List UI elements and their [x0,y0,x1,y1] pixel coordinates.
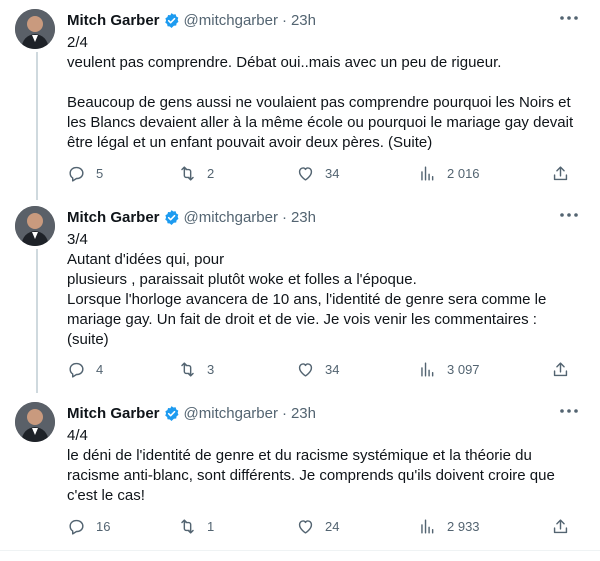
tweet-thread: Mitch Garber @mitchgarber · 23h 2/4 veul… [0,0,600,561]
share-button[interactable] [551,357,570,381]
reply-icon [69,362,84,378]
more-options-icon[interactable] [558,10,580,26]
share-button[interactable] [551,514,570,538]
thread-bottom-divider [0,550,600,551]
like-count: 34 [325,165,340,181]
avatar-image [15,402,55,442]
thread-connector [36,52,38,200]
reply-button[interactable]: 16 [67,514,110,538]
views-button[interactable]: 3 097 [418,357,480,381]
retweet-count: 3 [207,361,215,377]
verified-badge-icon [164,12,178,28]
retweet-button[interactable]: 1 [178,514,214,538]
reply-button[interactable]: 4 [67,357,103,381]
tweet-text: 3/4 Autant d'idées qui, pour plusieurs ,… [67,231,547,348]
heart-icon [298,362,313,377]
views-count: 3 097 [447,361,480,377]
author-name[interactable]: Mitch Garber [67,12,160,29]
tweet-actions: 4 3 34 3 097 [67,357,582,381]
tweet-3[interactable]: Mitch Garber @mitchgarber · 23h 4/4 le d… [0,393,600,550]
views-chart-icon [421,165,434,181]
reply-count: 5 [96,165,104,181]
separator-dot: · [281,208,287,226]
tweet-text: 2/4 veulent pas comprendre. Débat oui..m… [67,34,574,151]
reply-count: 16 [96,518,111,534]
more-options-icon[interactable] [558,403,580,419]
share-icon [553,165,568,180]
timestamp[interactable]: 23h [291,12,316,29]
tweet-actions: 16 1 24 2 933 [67,514,582,538]
author-name[interactable]: Mitch Garber [67,209,160,226]
share-icon [553,361,568,376]
thread-connector [36,249,38,393]
views-button[interactable]: 2 016 [418,161,480,185]
reply-icon [69,166,84,182]
views-button[interactable]: 2 933 [418,514,480,538]
timestamp[interactable]: 23h [291,405,316,422]
tweet-text: 4/4 le déni de l'identité de genre et du… [67,427,555,504]
retweet-count: 1 [207,518,215,534]
avatar[interactable] [15,402,55,442]
retweet-icon [181,361,194,377]
verified-badge-icon [164,209,178,225]
reply-icon [69,519,84,535]
heart-icon [298,166,313,181]
like-count: 24 [325,518,340,534]
author-handle[interactable]: @mitchgarber [184,12,278,29]
tweet-actions: 5 2 34 2 016 [67,161,582,185]
separator-dot: · [281,11,287,29]
share-button[interactable] [551,161,570,185]
more-options-icon[interactable] [558,207,580,223]
heart-icon [298,519,313,534]
views-count: 2 016 [447,165,480,181]
retweet-button[interactable]: 3 [178,357,214,381]
verified-badge-icon [164,405,178,421]
like-count: 34 [325,361,340,377]
avatar[interactable] [15,206,55,246]
like-button[interactable]: 34 [296,357,339,381]
avatar-image [15,9,55,49]
retweet-icon [181,165,194,181]
author-name[interactable]: Mitch Garber [67,405,160,422]
views-chart-icon [421,361,434,377]
retweet-button[interactable]: 2 [178,161,214,185]
reply-count: 4 [96,361,104,377]
views-count: 2 933 [447,518,480,534]
retweet-icon [181,518,194,534]
reply-button[interactable]: 5 [67,161,103,185]
author-handle[interactable]: @mitchgarber [184,405,278,422]
tweet-header: Mitch Garber @mitchgarber · 23h [67,9,316,31]
separator-dot: · [281,404,287,422]
tweet-2[interactable]: Mitch Garber @mitchgarber · 23h 3/4 Auta… [0,197,600,393]
timestamp[interactable]: 23h [291,209,316,226]
avatar-image [15,206,55,246]
views-chart-icon [421,518,434,534]
share-icon [553,518,568,533]
tweet-1[interactable]: Mitch Garber @mitchgarber · 23h 2/4 veul… [0,0,600,200]
avatar[interactable] [15,9,55,49]
like-button[interactable]: 34 [296,161,339,185]
author-handle[interactable]: @mitchgarber [184,209,278,226]
tweet-header: Mitch Garber @mitchgarber · 23h [67,206,316,228]
retweet-count: 2 [207,165,215,181]
like-button[interactable]: 24 [296,514,339,538]
tweet-header: Mitch Garber @mitchgarber · 23h [67,402,316,424]
